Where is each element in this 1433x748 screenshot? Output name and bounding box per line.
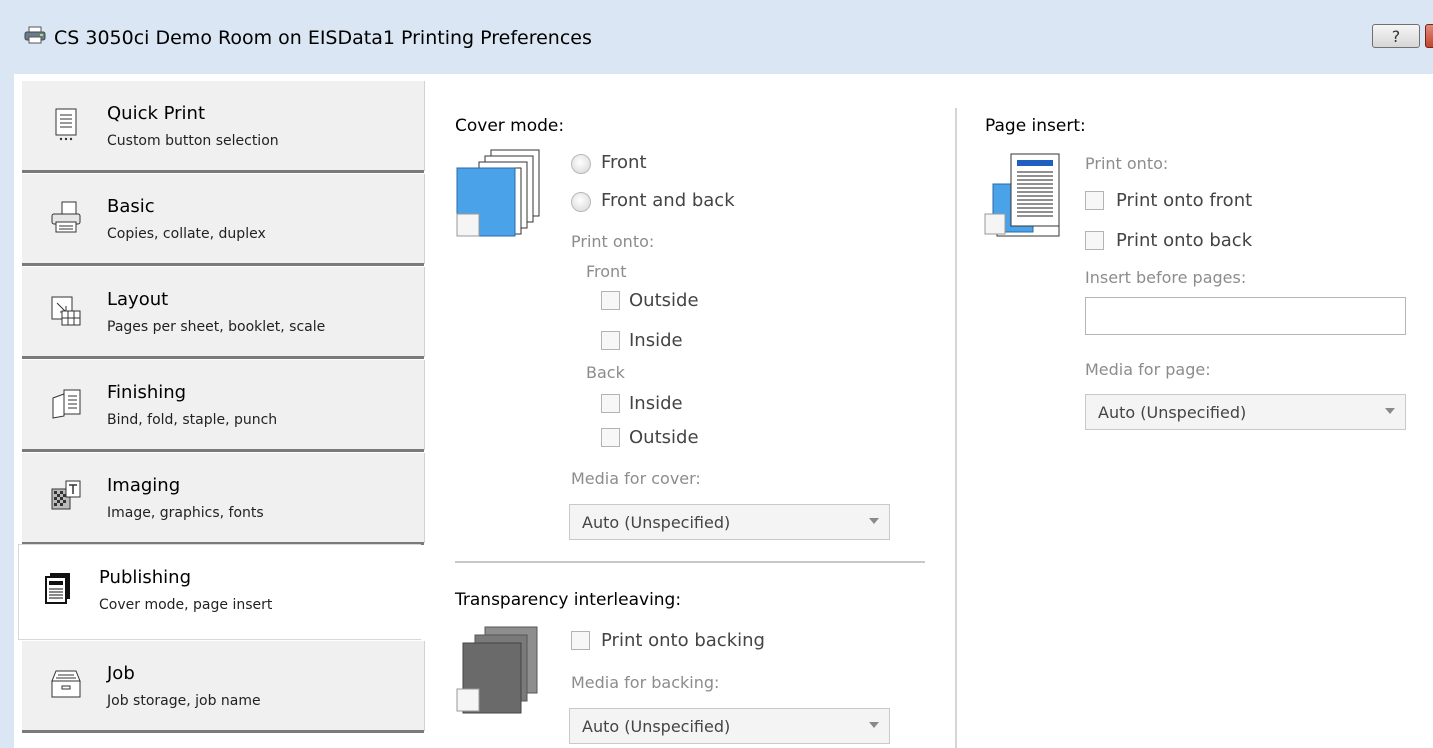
tab-label: Basic <box>107 196 155 217</box>
front-outside-label: Outside <box>629 290 699 311</box>
tab-description: Copies, collate, duplex <box>107 226 266 242</box>
chevron-down-icon <box>1385 408 1395 414</box>
chevron-down-icon <box>869 518 879 524</box>
tab-description: Pages per sheet, booklet, scale <box>107 319 326 335</box>
front-inside-label: Inside <box>629 330 683 351</box>
tab-label: Publishing <box>99 567 191 588</box>
media-for-backing-select[interactable]: Auto (Unspecified) <box>569 708 890 744</box>
back-group-label: Back <box>586 363 625 382</box>
finishing-icon <box>52 389 81 419</box>
media-for-page-select[interactable]: Auto (Unspecified) <box>1085 394 1406 430</box>
title-bar: CS 3050ci Demo Room on EISData1 Printing… <box>0 0 1433 74</box>
tab-description: Custom button selection <box>107 133 279 149</box>
tab-description: Cover mode, page insert <box>99 597 273 613</box>
quick-print-icon <box>55 108 77 141</box>
tab-layout[interactable]: Layout Pages per sheet, booklet, scale <box>22 267 425 359</box>
tab-finishing[interactable]: Finishing Bind, fold, staple, punch <box>22 360 425 452</box>
media-for-cover-select[interactable]: Auto (Unspecified) <box>569 504 890 540</box>
tab-basic[interactable]: Basic Copies, collate, duplex <box>22 174 425 266</box>
help-button[interactable]: ? <box>1372 24 1420 48</box>
basic-icon <box>51 201 81 233</box>
tab-label: Quick Print <box>107 103 206 124</box>
tab-description: Bind, fold, staple, punch <box>107 412 278 428</box>
publishing-icon <box>45 573 70 604</box>
back-inside-label: Inside <box>629 393 683 414</box>
media-for-page-label: Media for page: <box>1085 360 1211 379</box>
tab-label: Imaging <box>107 475 181 496</box>
imaging-icon <box>51 480 81 510</box>
back-outside-checkbox[interactable] <box>601 428 620 447</box>
print-onto-back-checkbox[interactable] <box>1085 231 1104 250</box>
media-for-cover-label: Media for cover: <box>571 469 701 488</box>
help-button-label: ? <box>1391 26 1401 46</box>
column-divider <box>955 108 957 748</box>
front-radio[interactable] <box>571 154 591 174</box>
close-button[interactable] <box>1425 24 1433 48</box>
insert-before-pages-input[interactable] <box>1085 297 1406 335</box>
tab-imaging[interactable]: Imaging Image, graphics, fonts <box>22 453 425 545</box>
print-onto-backing-checkbox[interactable] <box>571 631 590 650</box>
media-for-backing-label: Media for backing: <box>571 673 720 692</box>
print-onto-front-checkbox[interactable] <box>1085 191 1104 210</box>
media-for-cover-value: Auto (Unspecified) <box>582 513 731 532</box>
transparency-heading: Transparency interleaving: <box>455 590 682 610</box>
front-and-back-radio[interactable] <box>571 192 591 212</box>
media-for-page-value: Auto (Unspecified) <box>1098 403 1247 422</box>
front-inside-checkbox[interactable] <box>601 331 620 350</box>
print-onto-backing-label: Print onto backing <box>601 630 765 651</box>
layout-icon <box>51 296 81 326</box>
page-insert-heading: Page insert: <box>985 116 1086 136</box>
cover-mode-heading: Cover mode: <box>455 116 565 136</box>
cover-mode-icon <box>456 149 540 237</box>
back-inside-checkbox[interactable] <box>601 394 620 413</box>
job-icon <box>51 670 81 698</box>
insert-before-pages-label: Insert before pages: <box>1085 268 1247 287</box>
front-group-label: Front <box>586 262 627 281</box>
print-onto-back-label: Print onto back <box>1116 230 1253 251</box>
tab-label: Finishing <box>107 382 187 403</box>
tab-label: Job <box>107 663 135 684</box>
tab-job[interactable]: Job Job storage, job name <box>22 641 425 733</box>
tab-label: Layout <box>107 289 169 310</box>
front-outside-checkbox[interactable] <box>601 291 620 310</box>
transparency-icon <box>456 626 538 714</box>
tab-quick-print[interactable]: Quick Print Custom button selection <box>22 81 425 173</box>
print-onto-front-label: Print onto front <box>1116 190 1253 211</box>
tab-publishing[interactable]: Publishing Cover mode, page insert <box>18 544 421 640</box>
back-outside-label: Outside <box>629 427 699 448</box>
media-for-backing-value: Auto (Unspecified) <box>582 717 731 736</box>
section-divider <box>455 561 925 563</box>
window-frame <box>0 74 14 748</box>
chevron-down-icon <box>869 722 879 728</box>
print-onto-label: Print onto: <box>571 232 655 251</box>
front-and-back-label: Front and back <box>601 190 735 211</box>
page-insert-icon <box>984 153 1060 237</box>
front-label: Front <box>601 152 647 173</box>
tab-description: Image, graphics, fonts <box>107 505 264 521</box>
window-title: CS 3050ci Demo Room on EISData1 Printing… <box>54 27 592 49</box>
printer-icon <box>24 26 46 44</box>
tab-description: Job storage, job name <box>107 693 261 709</box>
insert-print-onto-label: Print onto: <box>1085 154 1169 173</box>
